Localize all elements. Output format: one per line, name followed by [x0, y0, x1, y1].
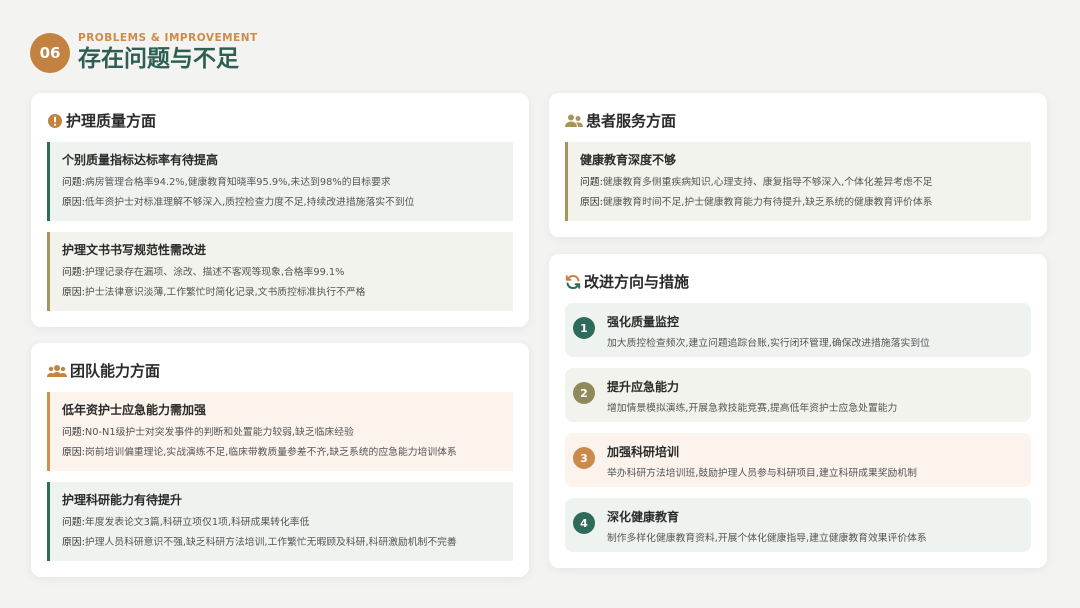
issue-title: 健康教育深度不够	[580, 153, 677, 167]
section-number-badge: 06	[30, 32, 70, 73]
measure-desc: 举办科研方法培训班,鼓励护理人员参与科研项目,建立科研成果奖励机制	[607, 468, 917, 479]
nursing-quality-label: 护理质量方面	[66, 112, 157, 130]
measure-number: 2	[573, 382, 595, 404]
improvement-card: 改进方向与措施 1 强化质量监控 加大质控检查频次,建立问题追踪台账,实行闭环管…	[549, 254, 1047, 568]
measure-title: 提升应急能力	[607, 380, 680, 394]
measure-item: 4 深化健康教育 制作多样化健康教育资料,开展个体化健康指导,建立健康教育效果评…	[565, 498, 1031, 552]
problem-label: 问题:	[62, 517, 85, 528]
issue-title: 护理文书书写规范性需改进	[62, 243, 207, 257]
page-header: 06 PROBLEMS & IMPROVEMENT 存在问题与不足	[30, 32, 258, 73]
issue-cause: 原因:岗前培训偏重理论,实战演练不足,临床带教质量参差不齐,缺乏系统的应急能力培…	[62, 446, 501, 459]
nursing-quality-title: 护理质量方面	[47, 110, 156, 131]
problem-text: 护理记录存在漏项、涂改、描述不客观等现象,合格率99.1%	[84, 267, 345, 278]
issue-item: 护理科研能力有待提升 问题:年度发表论文3篇,科研立项仅1项,科研成果转化率低 …	[47, 482, 513, 561]
header-text: PROBLEMS & IMPROVEMENT 存在问题与不足	[78, 32, 258, 73]
measure-number: 1	[573, 317, 595, 339]
cause-label: 原因:	[580, 197, 603, 208]
issue-problem: 问题:护理记录存在漏项、涂改、描述不客观等现象,合格率99.1%	[62, 266, 501, 279]
problem-text: N0-N1级护士对突发事件的判断和处置能力较弱,缺乏临床经验	[84, 427, 354, 438]
users-icon	[47, 363, 67, 379]
problem-text: 病房管理合格率94.2%,健康教育知晓率95.9%,未达到98%的目标要求	[84, 177, 391, 188]
issue-cause: 原因:护理人员科研意识不强,缺乏科研方法培训,工作繁忙无暇顾及科研,科研激励机制…	[62, 536, 501, 549]
issue-cause: 原因:低年资护士对标准理解不够深入,质控检查力度不足,持续改进措施落实不到位	[62, 196, 501, 209]
improvement-label: 改进方向与措施	[584, 273, 690, 291]
issue-problem: 问题:健康教育多侧重疾病知识,心理支持、康复指导不够深入,个体化差异考虑不足	[580, 176, 1019, 189]
refresh-icon	[565, 274, 581, 290]
cause-label: 原因:	[62, 537, 85, 548]
team-ability-label: 团队能力方面	[70, 362, 161, 380]
measure-number: 4	[573, 512, 595, 534]
issue-title: 个别质量指标达标率有待提高	[62, 153, 219, 167]
header-subtitle: PROBLEMS & IMPROVEMENT	[78, 32, 258, 44]
issue-problem: 问题:年度发表论文3篇,科研立项仅1项,科研成果转化率低	[62, 516, 501, 529]
measure-item: 2 提升应急能力 增加情景模拟演练,开展急救技能竞赛,提高低年资护士应急处置能力	[565, 368, 1031, 422]
team-ability-card: 团队能力方面 低年资护士应急能力需加强 问题:N0-N1级护士对突发事件的判断和…	[31, 343, 529, 577]
info-circle-icon	[47, 113, 63, 129]
measure-title: 加强科研培训	[607, 445, 680, 459]
measure-title: 深化健康教育	[607, 510, 680, 524]
issue-item: 个别质量指标达标率有待提高 问题:病房管理合格率94.2%,健康教育知晓率95.…	[47, 142, 513, 221]
problem-label: 问题:	[62, 177, 85, 188]
cause-text: 低年资护士对标准理解不够深入,质控检查力度不足,持续改进措施落实不到位	[84, 197, 415, 208]
issue-item: 健康教育深度不够 问题:健康教育多侧重疾病知识,心理支持、康复指导不够深入,个体…	[565, 142, 1031, 221]
patient-service-label: 患者服务方面	[586, 112, 677, 130]
cause-text: 岗前培训偏重理论,实战演练不足,临床带教质量参差不齐,缺乏系统的应急能力培训体系	[84, 447, 457, 458]
measure-desc: 加大质控检查频次,建立问题追踪台账,实行闭环管理,确保改进措施落实到位	[607, 338, 930, 349]
issue-item: 低年资护士应急能力需加强 问题:N0-N1级护士对突发事件的判断和处置能力较弱,…	[47, 392, 513, 471]
issue-item: 护理文书书写规范性需改进 问题:护理记录存在漏项、涂改、描述不客观等现象,合格率…	[47, 232, 513, 311]
nursing-quality-card: 护理质量方面 个别质量指标达标率有待提高 问题:病房管理合格率94.2%,健康教…	[31, 93, 529, 327]
cause-text: 护士法律意识淡薄,工作繁忙时简化记录,文书质控标准执行不严格	[84, 287, 366, 298]
problem-label: 问题:	[62, 427, 85, 438]
cause-label: 原因:	[62, 287, 85, 298]
cause-label: 原因:	[62, 197, 85, 208]
issue-cause: 原因:健康教育时间不足,护士健康教育能力有待提升,缺乏系统的健康教育评价体系	[580, 196, 1019, 209]
problem-label: 问题:	[580, 177, 603, 188]
problem-label: 问题:	[62, 267, 85, 278]
patient-service-card: 患者服务方面 健康教育深度不够 问题:健康教育多侧重疾病知识,心理支持、康复指导…	[549, 93, 1047, 237]
issue-cause: 原因:护士法律意识淡薄,工作繁忙时简化记录,文书质控标准执行不严格	[62, 286, 501, 299]
measure-title: 强化质量监控	[607, 315, 680, 329]
cause-label: 原因:	[62, 447, 85, 458]
patients-icon	[565, 113, 583, 129]
measure-number: 3	[573, 447, 595, 469]
page-title: 存在问题与不足	[78, 46, 239, 72]
problem-text: 健康教育多侧重疾病知识,心理支持、康复指导不够深入,个体化差异考虑不足	[602, 177, 933, 188]
issue-problem: 问题:N0-N1级护士对突发事件的判断和处置能力较弱,缺乏临床经验	[62, 426, 501, 439]
cause-text: 健康教育时间不足,护士健康教育能力有待提升,缺乏系统的健康教育评价体系	[602, 197, 933, 208]
issue-title: 低年资护士应急能力需加强	[62, 403, 207, 417]
team-ability-title: 团队能力方面	[47, 360, 160, 381]
patient-service-title: 患者服务方面	[565, 110, 676, 131]
improvement-title: 改进方向与措施	[565, 271, 689, 292]
measure-desc: 增加情景模拟演练,开展急救技能竞赛,提高低年资护士应急处置能力	[607, 403, 898, 414]
measure-item: 1 强化质量监控 加大质控检查频次,建立问题追踪台账,实行闭环管理,确保改进措施…	[565, 303, 1031, 357]
issue-problem: 问题:病房管理合格率94.2%,健康教育知晓率95.9%,未达到98%的目标要求	[62, 176, 501, 189]
measure-desc: 制作多样化健康教育资料,开展个体化健康指导,建立健康教育效果评价体系	[607, 533, 927, 544]
problem-text: 年度发表论文3篇,科研立项仅1项,科研成果转化率低	[84, 517, 310, 528]
issue-title: 护理科研能力有待提升	[62, 493, 183, 507]
cause-text: 护理人员科研意识不强,缺乏科研方法培训,工作繁忙无暇顾及科研,科研激励机制不完善	[84, 537, 457, 548]
measure-item: 3 加强科研培训 举办科研方法培训班,鼓励护理人员参与科研项目,建立科研成果奖励…	[565, 433, 1031, 487]
